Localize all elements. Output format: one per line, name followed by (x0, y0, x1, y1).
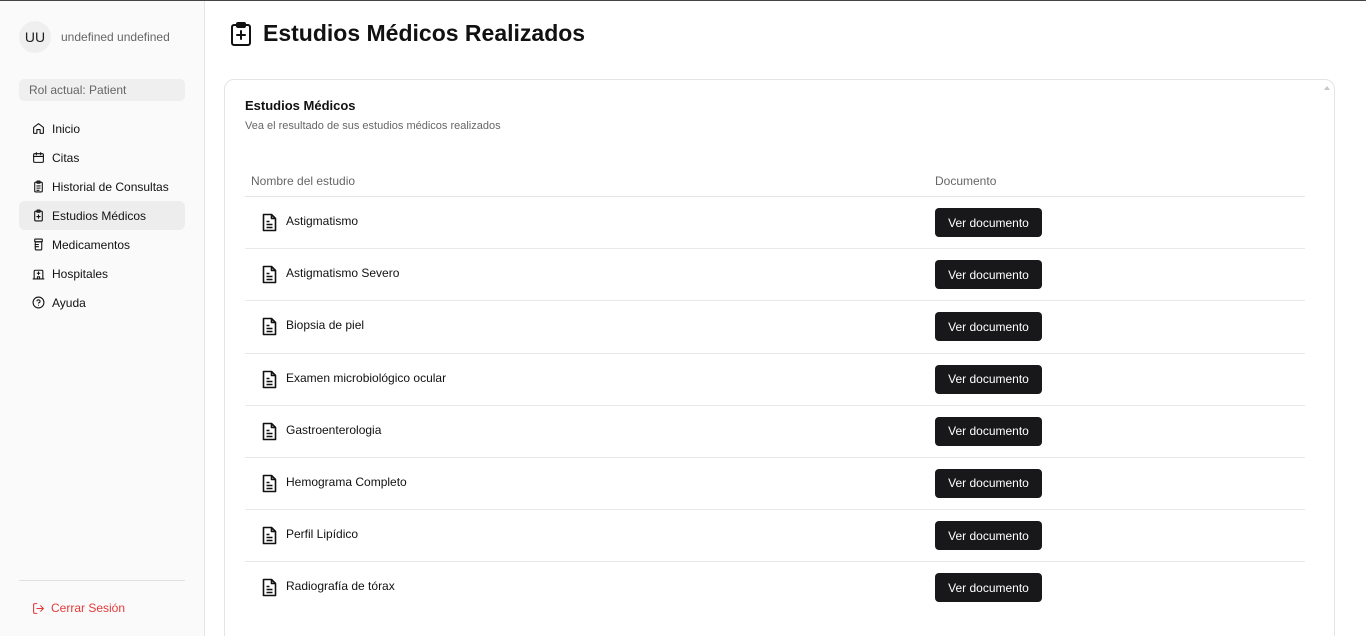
clipboard-plus-icon (32, 209, 45, 222)
sidebar-item-ayuda[interactable]: Ayuda (19, 288, 185, 317)
study-name: Hemograma Completo (286, 474, 407, 489)
file-text-icon (262, 526, 277, 545)
file-text-icon (262, 474, 277, 493)
column-header-name: Nombre del estudio (251, 174, 356, 188)
scroll-up-icon[interactable] (1324, 86, 1330, 90)
card-title: Estudios Médicos (245, 98, 356, 113)
logout-label: Cerrar Sesión (51, 601, 126, 615)
card-subtitle: Vea el resultado de sus estudios médicos… (245, 120, 501, 132)
sidebar-item-label: Ayuda (52, 295, 86, 310)
table-header: Nombre del estudio Documento (245, 167, 1305, 197)
clipboard-plus-icon (231, 21, 251, 46)
file-text-icon (262, 317, 277, 336)
table-row: Gastroenterologia Ver documento (245, 406, 1305, 458)
study-name: Radiografía de tórax (286, 579, 395, 594)
sidebar-item-citas[interactable]: Citas (19, 143, 185, 172)
logout-icon (33, 602, 44, 614)
study-name: Examen microbiológico ocular (286, 370, 447, 385)
avatar: UU (19, 21, 51, 53)
logout-button[interactable]: Cerrar Sesión (32, 601, 125, 615)
sidebar-item-label: Estudios Médicos (52, 208, 147, 223)
sidebar-item-label: Hospitales (52, 266, 109, 281)
user-profile[interactable]: UU undefined undefined (19, 21, 170, 53)
view-document-button[interactable]: Ver documento (935, 364, 1042, 394)
page-header: Estudios Médicos Realizados (229, 20, 585, 47)
study-name: Astigmatismo Severo (286, 266, 400, 281)
view-document-button[interactable]: Ver documento (935, 468, 1042, 498)
sidebar: UU undefined undefined Rol actual: Patie… (0, 1, 205, 636)
sidebar-item-hospitales[interactable]: Hospitales (19, 259, 185, 288)
view-document-button[interactable]: Ver documento (935, 312, 1042, 342)
view-document-button[interactable]: Ver documento (935, 521, 1042, 551)
sidebar-item-inicio[interactable]: Inicio (19, 114, 185, 143)
study-name: Perfil Lipídico (286, 527, 359, 542)
main-content: Estudios Médicos Realizados Estudios Méd… (205, 1, 1366, 636)
table-row: Biopsia de piel Ver documento (245, 301, 1305, 354)
view-document-button[interactable]: Ver documento (935, 260, 1042, 290)
file-text-icon (262, 422, 277, 441)
home-icon (32, 122, 45, 135)
pill-bottle-icon (32, 238, 45, 251)
study-name: Biopsia de piel (286, 318, 365, 333)
study-name: Gastroenterologia (286, 422, 382, 437)
table-row: Examen microbiológico ocular Ver documen… (245, 354, 1305, 406)
sidebar-item-label: Medicamentos (52, 237, 131, 252)
hospital-icon (32, 267, 45, 280)
file-text-icon (262, 578, 277, 597)
view-document-button[interactable]: Ver documento (935, 416, 1042, 446)
table-body: Astigmatismo Ver documento Astigmatismo … (245, 197, 1305, 615)
column-header-document: Documento (935, 174, 997, 188)
studies-card: Estudios Médicos Vea el resultado de sus… (224, 79, 1335, 636)
sidebar-item-label: Historial de Consultas (52, 179, 169, 194)
sidebar-item-historial[interactable]: Historial de Consultas (19, 172, 185, 201)
user-name: undefined undefined (61, 30, 170, 44)
view-document-button[interactable]: Ver documento (935, 208, 1042, 237)
table-row: Perfil Lipídico Ver documento (245, 510, 1305, 563)
sidebar-nav: Inicio Citas Historial de Consultas Estu… (19, 114, 185, 317)
sidebar-item-estudios[interactable]: Estudios Médicos (19, 201, 185, 230)
sidebar-divider (19, 580, 185, 581)
view-document-button[interactable]: Ver documento (935, 573, 1042, 603)
clipboard-list-icon (32, 180, 45, 193)
file-text-icon (262, 370, 277, 389)
table-row: Astigmatismo Severo Ver documento (245, 249, 1305, 302)
calendar-icon (32, 151, 45, 164)
sidebar-item-medicamentos[interactable]: Medicamentos (19, 230, 185, 259)
table-row: Astigmatismo Ver documento (245, 197, 1305, 250)
table-row: Hemograma Completo Ver documento (245, 458, 1305, 511)
role-badge: Rol actual: Patient (19, 79, 185, 101)
page-title: Estudios Médicos Realizados (263, 20, 586, 46)
help-circle-icon (32, 296, 45, 309)
file-text-icon (262, 265, 277, 284)
file-text-icon (262, 213, 277, 232)
sidebar-item-label: Citas (52, 150, 80, 165)
study-name: Astigmatismo (286, 214, 359, 228)
table-row: Radiografía de tórax Ver documento (245, 562, 1305, 614)
sidebar-item-label: Inicio (52, 121, 81, 136)
